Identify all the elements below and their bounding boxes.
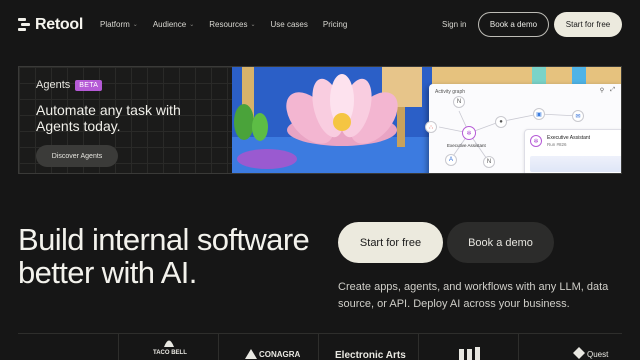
nav-audience-label: Audience [152,20,187,29]
nav-audience[interactable]: Audience ⌄ [153,20,194,29]
notion-node-icon-2: N [483,156,495,168]
nav-resources-label: Resources [209,20,248,29]
nav-use-cases[interactable]: Use cases [271,20,308,29]
run-card-title: Executive Assistant [547,135,591,141]
logo-cell-electronic-arts: Electronic Arts [318,334,418,360]
banner-text-panel: Agents BETA Automate any task with Agent… [19,67,232,173]
logo-cell-taco-bell: TACO BELL [118,334,218,360]
nav-pricing[interactable]: Pricing [323,20,347,29]
nav-use-cases-label: Use cases [270,20,308,29]
chevron-down-icon: ⌄ [189,22,195,28]
nav-platform-label: Platform [100,20,130,29]
notion-node-icon: N [453,96,465,108]
agent-card-icon: ✻ [530,135,542,147]
hero-title: Build internal software better with AI. [18,222,310,290]
hero-start-free-button[interactable]: Start for free [338,222,443,263]
sign-in-link[interactable]: Sign in [442,20,466,29]
github-node-icon: ● [495,116,507,128]
nav-platform[interactable]: Platform ⌄ [100,20,138,29]
chevron-down-icon: ⌄ [250,22,256,28]
calendar-node-icon: ▣ [533,108,545,120]
nav-links: Platform ⌄ Audience ⌄ Resources ⌄ Use ca… [100,20,347,29]
asana-node-icon: ∴ [425,121,437,133]
customer-logos: TACO BELL CONAGRA Electronic Arts Quest [18,333,622,360]
outlook-node-icon: ✉ [572,110,584,122]
retool-logo[interactable]: Retool [18,16,83,34]
hero-book-demo-button[interactable]: Book a demo [447,222,554,263]
logo-cell-conagra: CONAGRA [218,334,318,360]
start-free-button[interactable]: Start for free [554,12,622,37]
conagra-mark-icon [245,349,257,359]
activity-graph-panel: Activity graph ⚲ ⤢ N ∴ ✻ Executive Assis… [425,84,621,173]
agent-node-icon: ✻ [462,126,476,140]
hero-subtitle: Create apps, agents, and workflows with … [338,281,609,310]
brand-name: Retool [35,16,83,33]
bell-icon [164,340,174,347]
retool-logo-icon [18,18,30,32]
banner-illustration: Activity graph ⚲ ⤢ N ∴ ✻ Executive Assis… [232,67,621,173]
agents-kicker: Agents BETA [36,79,103,91]
logo-cell-mark [418,334,518,360]
logo-conagra: CONAGRA [259,350,301,359]
discover-agents-button[interactable]: Discover Agents [36,145,118,167]
top-nav: Retool Platform ⌄ Audience ⌄ Resources ⌄… [0,0,640,50]
run-card[interactable]: ✻ Executive Assistant Run #826 [524,129,621,173]
azure-node-icon: A [445,154,457,166]
logo-taco-bell: TACO BELL [153,350,187,356]
agents-label: Agents [36,79,71,91]
run-card-subtitle: Run #826 [547,142,567,147]
agent-node-label: Executive Assistant [447,143,486,148]
quest-mark-icon [573,347,585,359]
nav-resources[interactable]: Resources ⌄ [209,20,255,29]
logo-quest: Quest [587,350,609,359]
beta-badge: BETA [75,79,103,91]
chevron-down-icon: ⌄ [132,22,138,28]
banner-headline: Automate any task with Agents today. [36,102,181,134]
logo-cell-quest: Quest [518,334,622,360]
nav-pricing-label: Pricing [322,20,348,29]
agents-banner[interactable]: Agents BETA Automate any task with Agent… [18,66,622,174]
book-demo-button[interactable]: Book a demo [478,12,549,37]
logo-electronic-arts: Electronic Arts [335,350,406,360]
run-card-chart [530,156,621,172]
brand-mark-icon [459,347,480,360]
